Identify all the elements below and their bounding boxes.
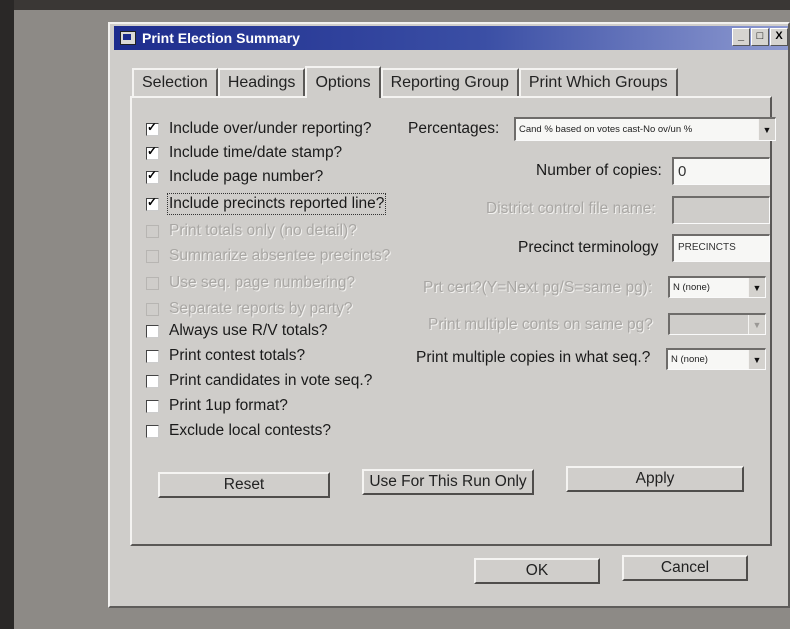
- checkbox-include-over-under[interactable]: Include over/under reporting?: [146, 120, 372, 138]
- chevron-down-icon[interactable]: ▼: [748, 315, 765, 334]
- tab-print-which-groups[interactable]: Print Which Groups: [518, 68, 678, 96]
- checkbox-exclude-local-contests[interactable]: Exclude local contests?: [146, 422, 331, 440]
- checkbox-label: Separate reports by party?: [169, 300, 353, 317]
- tab-reporting-group[interactable]: Reporting Group: [380, 68, 519, 96]
- checkbox-label: Include page number?: [169, 168, 324, 185]
- district-file-label: District control file name:: [486, 200, 656, 217]
- checkbox-include-precincts-reported[interactable]: Include precincts reported line?: [146, 193, 387, 215]
- chevron-down-icon[interactable]: ▼: [748, 350, 765, 369]
- precinct-terminology-input[interactable]: PRECINCTS: [672, 234, 770, 262]
- percentages-select[interactable]: Cand % based on votes cast-No ov/un % ▼: [514, 117, 776, 141]
- checkbox-label: Always use R/V totals?: [169, 322, 328, 339]
- percentages-value: Cand % based on votes cast-No ov/un %: [519, 124, 693, 135]
- checkbox-box[interactable]: [146, 349, 159, 363]
- title-buttons: _ □ X: [732, 28, 788, 46]
- checkbox-always-use-rv-totals[interactable]: Always use R/V totals?: [146, 322, 328, 340]
- checkbox-box[interactable]: [146, 195, 159, 211]
- copies-input[interactable]: [672, 157, 770, 185]
- ok-button[interactable]: OK: [474, 558, 600, 584]
- precinct-terminology-label: Precinct terminology: [518, 239, 659, 256]
- checkbox-label: Summarize absentee precincts?: [169, 247, 391, 264]
- checkbox-box[interactable]: [146, 249, 159, 263]
- print-election-summary-dialog: Print Election Summary _ □ X Selection H…: [108, 22, 790, 608]
- copies-seq-value: N (none): [671, 354, 708, 365]
- checkbox-label: Print totals only (no detail)?: [169, 222, 357, 239]
- checkbox-include-time-date[interactable]: Include time/date stamp?: [146, 144, 342, 162]
- reset-button[interactable]: Reset: [158, 472, 330, 498]
- maximize-button[interactable]: □: [751, 28, 769, 46]
- checkbox-label: Include precincts reported line?: [166, 193, 387, 215]
- chevron-down-icon[interactable]: ▼: [748, 278, 765, 297]
- checkbox-label: Print 1up format?: [169, 397, 288, 414]
- checkbox-box[interactable]: [146, 224, 159, 238]
- window-title: Print Election Summary: [142, 30, 300, 46]
- tab-strip: Selection Headings Options Reporting Gro…: [132, 64, 678, 98]
- prt-cert-label: Prt cert?(Y=Next pg/S=same pg):: [423, 279, 653, 296]
- use-for-this-run-only-button[interactable]: Use For This Run Only: [362, 469, 534, 495]
- chevron-down-icon[interactable]: ▼: [758, 119, 775, 140]
- checkbox-box[interactable]: [146, 399, 159, 413]
- checkbox-label: Exclude local contests?: [169, 422, 331, 439]
- checkbox-summarize-absentee[interactable]: Summarize absentee precincts?: [146, 247, 390, 265]
- checkbox-label: Use seq. page numbering?: [169, 274, 356, 291]
- checkbox-box[interactable]: [146, 374, 159, 388]
- close-button[interactable]: X: [770, 28, 788, 46]
- checkbox-label: Include time/date stamp?: [169, 144, 343, 161]
- checkbox-box[interactable]: [146, 276, 159, 290]
- checkbox-print-1up-format[interactable]: Print 1up format?: [146, 397, 288, 415]
- copies-seq-select[interactable]: N (none) ▼: [666, 348, 766, 370]
- checkbox-label: Print contest totals?: [169, 347, 306, 364]
- checkbox-include-page-number[interactable]: Include page number?: [146, 168, 323, 186]
- district-file-input[interactable]: [672, 196, 770, 224]
- checkbox-box[interactable]: [146, 168, 159, 184]
- cancel-button[interactable]: Cancel: [622, 555, 748, 581]
- checkbox-separate-by-party[interactable]: Separate reports by party?: [146, 300, 353, 318]
- app-icon: [120, 31, 136, 45]
- prt-cert-select[interactable]: N (none) ▼: [668, 276, 766, 298]
- checkbox-box[interactable]: [146, 302, 159, 316]
- checkbox-box[interactable]: [146, 424, 159, 438]
- checkbox-label: Include over/under reporting?: [169, 120, 372, 137]
- monitor-bezel-left: [0, 0, 14, 629]
- tab-selection[interactable]: Selection: [132, 68, 218, 96]
- checkbox-box[interactable]: [146, 120, 159, 136]
- checkbox-box[interactable]: [146, 324, 159, 338]
- percentages-label: Percentages:: [408, 120, 500, 137]
- checkbox-print-candidates-vote-seq[interactable]: Print candidates in vote seq.?: [146, 372, 372, 390]
- apply-button[interactable]: Apply: [566, 466, 744, 492]
- minimize-button[interactable]: _: [732, 28, 750, 46]
- copies-label: Number of copies:: [536, 162, 662, 179]
- multi-conts-select[interactable]: ▼: [668, 313, 766, 335]
- checkbox-print-contest-totals[interactable]: Print contest totals?: [146, 347, 305, 365]
- checkbox-box[interactable]: [146, 144, 159, 160]
- tab-headings[interactable]: Headings: [217, 68, 306, 96]
- title-bar[interactable]: Print Election Summary _ □ X: [114, 26, 788, 50]
- prt-cert-value: N (none): [673, 282, 710, 293]
- checkbox-print-totals-only[interactable]: Print totals only (no detail)?: [146, 222, 357, 240]
- checkbox-use-seq-page-numbering[interactable]: Use seq. page numbering?: [146, 274, 355, 292]
- tab-options[interactable]: Options: [305, 66, 381, 98]
- multi-conts-label: Print multiple conts on same pg?: [428, 316, 653, 333]
- copies-seq-label: Print multiple copies in what seq.?: [416, 349, 651, 366]
- checkbox-label: Print candidates in vote seq.?: [169, 372, 373, 389]
- monitor-bezel-top: [0, 0, 790, 10]
